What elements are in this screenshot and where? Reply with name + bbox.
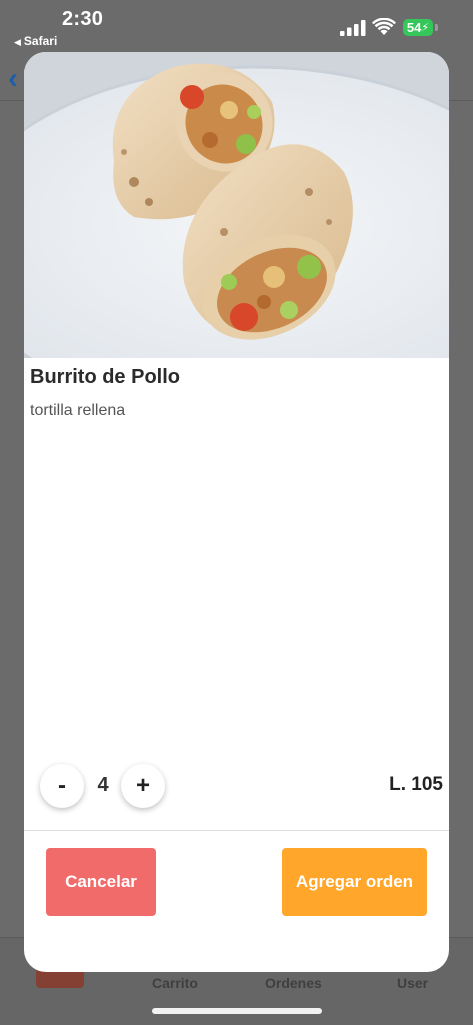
battery-tip xyxy=(435,24,438,31)
add-order-button[interactable]: Agregar orden xyxy=(282,848,427,916)
background-back-chevron-icon: ‹ xyxy=(8,62,18,95)
status-time: 2:30 xyxy=(62,8,104,30)
cellular-signal-icon xyxy=(340,20,366,36)
product-title: Burrito de Pollo xyxy=(30,366,180,388)
product-description: tortilla rellena xyxy=(30,402,126,419)
wifi-icon xyxy=(372,18,396,35)
product-photo xyxy=(24,52,449,358)
product-modal: Burrito de Pollo tortilla rellena - 4 + … xyxy=(24,52,449,972)
background-tab-user: User xyxy=(397,975,429,991)
back-to-safari-link[interactable]: ◀ Safari xyxy=(14,34,57,48)
background-tab-ordenes: Ordenes xyxy=(265,975,322,991)
back-triangle-icon: ◀ xyxy=(14,37,21,47)
product-price: L. 105 xyxy=(389,774,443,795)
quantity-value: 4 xyxy=(97,774,109,796)
home-indicator[interactable] xyxy=(152,1008,322,1014)
battery-icon: 54 ⚡ xyxy=(403,19,433,36)
battery-level: 54 xyxy=(406,20,422,35)
status-bar: 2:30 ◀ Safari 54 ⚡ xyxy=(0,0,473,52)
decrease-quantity-button[interactable]: - xyxy=(40,764,84,808)
background-tab-carrito: Carrito xyxy=(152,975,198,991)
footer-divider xyxy=(24,830,449,831)
cancel-button[interactable]: Cancelar xyxy=(46,848,156,916)
increase-quantity-button[interactable]: + xyxy=(121,764,165,808)
back-app-label: Safari xyxy=(23,34,58,48)
